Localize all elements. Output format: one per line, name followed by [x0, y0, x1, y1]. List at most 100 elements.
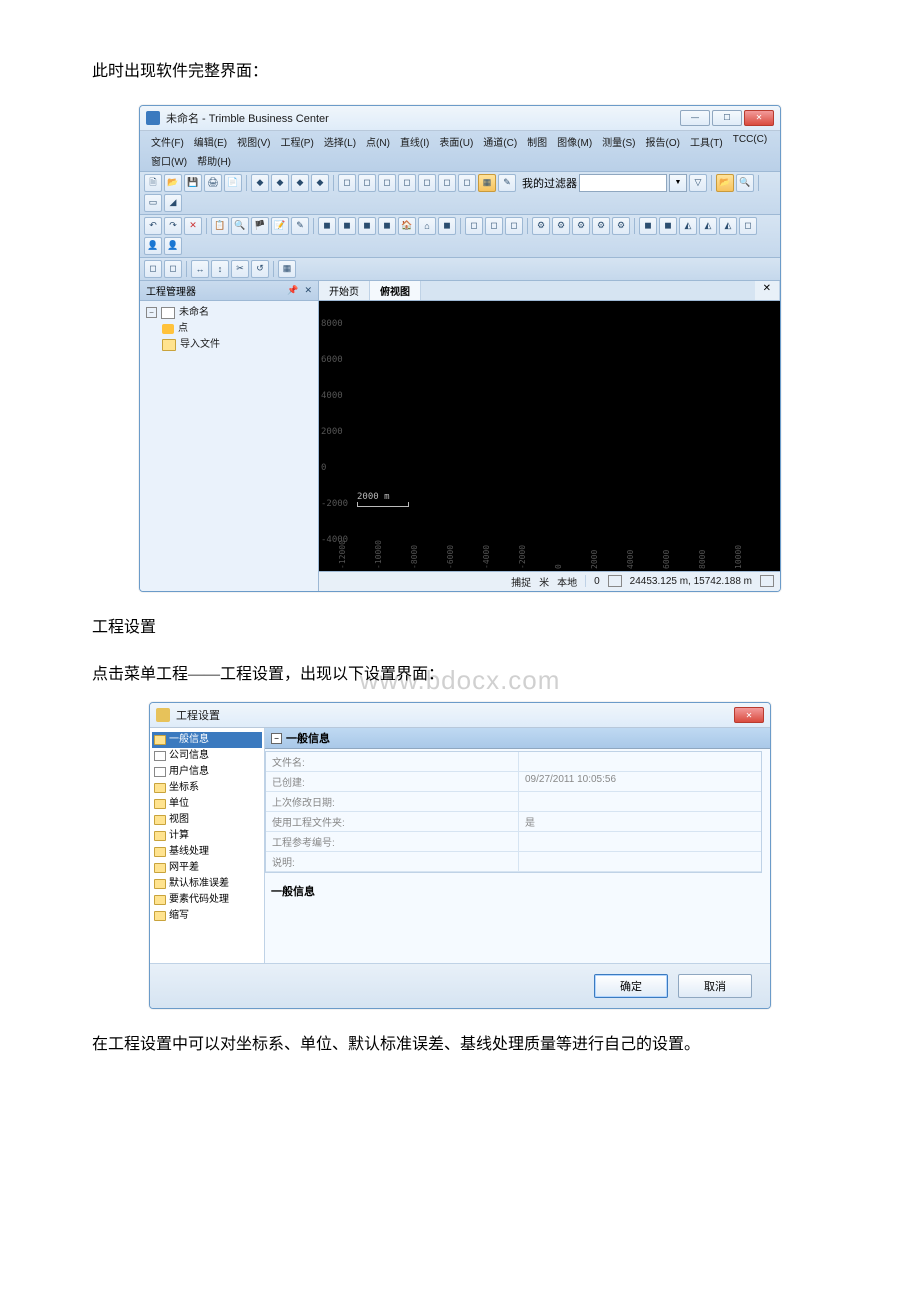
close-icon[interactable]: ✕: [304, 285, 312, 296]
filter-btn[interactable]: ▽: [689, 174, 707, 192]
tool-icon[interactable]: ◼: [318, 217, 336, 235]
tool-icon[interactable]: 📝: [271, 217, 289, 235]
redo-icon[interactable]: ↷: [164, 217, 182, 235]
tool-icon[interactable]: 🔍: [231, 217, 249, 235]
new-icon[interactable]: 🗎: [144, 174, 162, 192]
tool-icon[interactable]: ◻: [398, 174, 416, 192]
menu-item[interactable]: 视图(V): [232, 132, 275, 151]
tool-icon[interactable]: ◭: [699, 217, 717, 235]
tree-child[interactable]: 导入文件: [146, 337, 312, 353]
toolbar-row-3[interactable]: ◻ ◻ ↔ ↕ ✂ ↺ ▦: [140, 258, 780, 281]
tool-icon[interactable]: ◭: [679, 217, 697, 235]
printprev-icon[interactable]: 📄: [224, 174, 242, 192]
settings-tree-item[interactable]: 网平差: [152, 860, 262, 876]
property-value[interactable]: [519, 792, 761, 811]
toolbar-row-2[interactable]: ↶ ↷ ✕ 📋 🔍 🏴 📝 ✎ ◼ ◼ ◼ ◼ 🏠 ⌂ ◼ ◻ ◻ ◻ ⚙ ⚙ …: [140, 215, 780, 258]
property-grid[interactable]: 文件名:已创建:09/27/2011 10:05:56上次修改日期:使用工程文件…: [265, 751, 762, 873]
tool-icon[interactable]: ⚙: [612, 217, 630, 235]
settings-tree-item[interactable]: 用户信息: [152, 764, 262, 780]
property-value[interactable]: 是: [519, 812, 761, 831]
print-icon[interactable]: 🖨: [204, 174, 222, 192]
tool-icon[interactable]: ◻: [338, 174, 356, 192]
tree-child[interactable]: 点: [146, 321, 312, 337]
menu-item[interactable]: 工程(P): [275, 132, 318, 151]
tool-icon[interactable]: ◻: [418, 174, 436, 192]
tool-icon[interactable]: 🔍: [736, 174, 754, 192]
menu-item[interactable]: 文件(F): [146, 132, 189, 151]
ok-button[interactable]: 确定: [594, 974, 668, 998]
tool-icon[interactable]: ⚙: [592, 217, 610, 235]
tree-root[interactable]: − 未命名: [146, 305, 312, 321]
tab-planview[interactable]: 俯视图: [370, 281, 421, 300]
menu-item[interactable]: 选择(L): [319, 132, 361, 151]
open-icon[interactable]: 📂: [164, 174, 182, 192]
close-button[interactable]: ✕: [744, 110, 774, 126]
toolbar-row-1[interactable]: 🗎 📂 💾 🖨 📄 ◆ ◆ ◆ ◆ ◻ ◻ ◻ ◻ ◻ ◻ ◻ ▦ ✎ 我的过滤…: [140, 172, 780, 215]
tool-icon[interactable]: ◼: [438, 217, 456, 235]
close-button[interactable]: ✕: [734, 707, 764, 723]
property-value[interactable]: [519, 852, 761, 871]
menu-item[interactable]: 表面(U): [434, 132, 478, 151]
tool-icon[interactable]: ↕: [211, 260, 229, 278]
tool-icon[interactable]: 📋: [211, 217, 229, 235]
tool-icon[interactable]: 🏴: [251, 217, 269, 235]
tool-icon[interactable]: 🏠: [398, 217, 416, 235]
tool-icon[interactable]: 👤: [164, 237, 182, 255]
undo-icon[interactable]: ↶: [144, 217, 162, 235]
menu-item[interactable]: 测量(S): [597, 132, 640, 151]
tool-icon[interactable]: ◻: [438, 174, 456, 192]
settings-tree-item[interactable]: 基线处理: [152, 844, 262, 860]
tool-icon[interactable]: ◻: [164, 260, 182, 278]
panel-title[interactable]: 工程管理器 📌 ✕: [140, 281, 318, 301]
property-row[interactable]: 工程参考编号:: [266, 832, 761, 852]
form-section-header[interactable]: − 一般信息: [265, 728, 770, 749]
tool-icon[interactable]: ◼: [358, 217, 376, 235]
property-row[interactable]: 说明:: [266, 852, 761, 872]
settings-tree-item[interactable]: 单位: [152, 796, 262, 812]
tool-icon[interactable]: ⚙: [552, 217, 570, 235]
tool-icon[interactable]: ⌂: [418, 217, 436, 235]
tool-icon[interactable]: ◻: [505, 217, 523, 235]
collapse-icon[interactable]: −: [271, 733, 282, 744]
tool-icon[interactable]: ◼: [659, 217, 677, 235]
tool-icon[interactable]: ◆: [251, 174, 269, 192]
tool-icon[interactable]: 👤: [144, 237, 162, 255]
chevron-down-icon[interactable]: ▼: [669, 174, 687, 192]
save-icon[interactable]: 💾: [184, 174, 202, 192]
property-value[interactable]: [519, 832, 761, 851]
tool-icon[interactable]: ◻: [378, 174, 396, 192]
tool-icon[interactable]: ▦: [278, 260, 296, 278]
tool-icon[interactable]: ↔: [191, 260, 209, 278]
settings-tree-item[interactable]: 缩写: [152, 908, 262, 924]
menu-item[interactable]: TCC(C): [728, 132, 772, 151]
tool-icon[interactable]: ◻: [485, 217, 503, 235]
tool-icon[interactable]: ◼: [639, 217, 657, 235]
tool-icon[interactable]: ◻: [739, 217, 757, 235]
tool-icon[interactable]: ◆: [311, 174, 329, 192]
plan-view-canvas[interactable]: 2000 m 80006000400020000-2000-4000-12000…: [319, 301, 780, 571]
property-value[interactable]: 09/27/2011 10:05:56: [519, 772, 761, 791]
titlebar[interactable]: 工程设置 ✕: [150, 703, 770, 728]
tool-icon[interactable]: ▭: [144, 194, 162, 212]
delete-icon[interactable]: ✕: [184, 217, 202, 235]
tool-icon[interactable]: ⚙: [532, 217, 550, 235]
menu-item[interactable]: 编辑(E): [189, 132, 232, 151]
tool-icon[interactable]: ◼: [378, 217, 396, 235]
tool-icon[interactable]: 📂: [716, 174, 734, 192]
tool-icon[interactable]: ◢: [164, 194, 182, 212]
tool-icon[interactable]: ✎: [498, 174, 516, 192]
tool-icon[interactable]: ◻: [358, 174, 376, 192]
menu-item[interactable]: 制图: [522, 132, 552, 151]
tool-icon[interactable]: ◆: [291, 174, 309, 192]
property-row[interactable]: 上次修改日期:: [266, 792, 761, 812]
project-tree[interactable]: − 未命名 点 导入文件: [140, 301, 318, 591]
tab-close-icon[interactable]: ✕: [755, 281, 780, 300]
menu-item[interactable]: 通道(C): [478, 132, 522, 151]
tool-icon[interactable]: ◻: [144, 260, 162, 278]
property-row[interactable]: 文件名:: [266, 752, 761, 772]
tool-icon[interactable]: ✂: [231, 260, 249, 278]
tab-start[interactable]: 开始页: [319, 281, 370, 300]
settings-tree-item[interactable]: 默认标准误差: [152, 876, 262, 892]
tool-icon[interactable]: ⚙: [572, 217, 590, 235]
property-row[interactable]: 已创建:09/27/2011 10:05:56: [266, 772, 761, 792]
